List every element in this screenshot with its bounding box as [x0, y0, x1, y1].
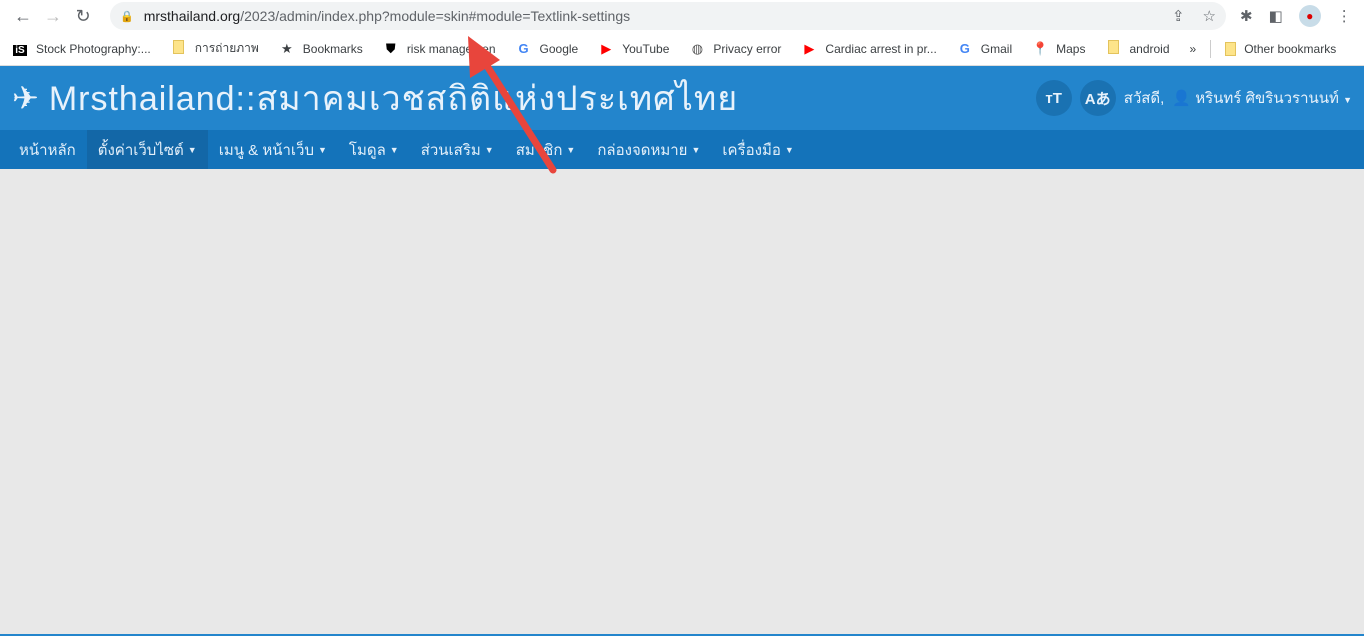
language-button[interactable]: Aあ	[1079, 80, 1116, 116]
user-icon: 👤	[1172, 90, 1192, 107]
user-menu[interactable]: 👤 หรินทร์ ศิขรินวรานนท์ ▼	[1172, 86, 1352, 110]
folder-icon	[171, 40, 187, 57]
menu-item[interactable]: ตั้งค่าเว็บไซต์ ▼	[86, 130, 208, 169]
bookmark-item[interactable]: การถ่ายภาพ	[171, 39, 259, 58]
font-size-button[interactable]: тT	[1035, 80, 1072, 116]
reload-icon[interactable]: ↻	[68, 6, 98, 27]
bookmark-item[interactable]: ▶ YouTube	[598, 41, 669, 57]
google-icon: G	[518, 41, 529, 56]
airplane-icon: ✈	[12, 80, 39, 116]
folder-icon	[1225, 41, 1237, 56]
bookmark-item[interactable]: 📍 Maps	[1032, 41, 1085, 57]
address-bar[interactable]: 🔒 mrsthailand.org/2023/admin/index.php?m…	[110, 2, 1226, 30]
caret-down-icon: ▼	[317, 144, 327, 155]
istock-icon: iS	[13, 45, 27, 56]
menu-item[interactable]: ส่วนเสริม ▼	[410, 130, 505, 169]
site-title[interactable]: Mrsthailand::สมาคมเวชสถิติแห่งประเทศไทย	[49, 71, 738, 125]
menu-kebab-icon[interactable]: ⋮	[1337, 7, 1352, 25]
back-icon[interactable]: ←	[8, 6, 38, 27]
caret-down-icon: ▼	[691, 144, 701, 155]
url-host: mrsthailand.org	[143, 8, 241, 24]
menu-item[interactable]: สมาชิก ▼	[505, 130, 587, 169]
shield-icon: ⛊	[385, 40, 396, 56]
lock-icon: 🔒	[120, 10, 134, 23]
bookmark-item[interactable]: ⛊ risk managemen	[383, 41, 496, 57]
divider	[1210, 39, 1212, 58]
caret-down-icon: ▼	[187, 144, 197, 155]
youtube-icon: ▶	[601, 40, 612, 56]
menu-item[interactable]: โมดูล ▼	[338, 130, 410, 169]
folder-icon	[1105, 40, 1121, 57]
bookmark-item[interactable]: ◍ Privacy error	[689, 40, 782, 57]
menu-item[interactable]: กล่องจดหมาย ▼	[586, 130, 711, 169]
profile-avatar[interactable]: ●	[1298, 5, 1321, 27]
bookmark-item[interactable]: iS Stock Photography:...	[12, 41, 151, 56]
extensions-icon[interactable]: ✱	[1240, 7, 1253, 25]
browser-toolbar: ← → ↻ 🔒 mrsthailand.org/2023/admin/index…	[0, 0, 1364, 32]
bookmark-item[interactable]: ▶ Cardiac arrest in pr...	[801, 41, 936, 57]
caret-down-icon: ▼	[1343, 95, 1352, 105]
main-menu: หน้าหลัก ตั้งค่าเว็บไซต์ ▼ เมนู & หน้าเว็บ ▼…	[0, 130, 1364, 169]
site-header: ✈ Mrsthailand::สมาคมเวชสถิติแห่งประเทศไท…	[0, 66, 1364, 130]
caret-down-icon: ▼	[566, 144, 576, 155]
youtube-icon: ▶	[804, 40, 815, 56]
star-icon: ★	[280, 40, 293, 56]
side-panel-icon[interactable]: ◧	[1269, 7, 1283, 25]
other-bookmarks[interactable]: Other bookmarks	[1225, 41, 1336, 56]
bookmark-item[interactable]: android	[1105, 40, 1170, 57]
menu-item[interactable]: เมนู & หน้าเว็บ ▼	[208, 130, 338, 169]
caret-down-icon: ▼	[784, 144, 794, 155]
more-bookmarks-button[interactable]: »	[1190, 42, 1197, 56]
forward-icon[interactable]: →	[38, 6, 68, 27]
menu-item[interactable]: เครื่องมือ ▼	[711, 130, 804, 169]
globe-icon: ◍	[691, 40, 704, 56]
caret-down-icon: ▼	[484, 144, 494, 155]
maps-icon: 📍	[1032, 40, 1049, 56]
share-icon[interactable]: ⇪	[1172, 7, 1185, 25]
menu-item[interactable]: หน้าหลัก	[8, 130, 87, 169]
bookmark-item[interactable]: ★ Bookmarks	[279, 41, 363, 57]
bookmark-item[interactable]: G Gmail	[957, 41, 1012, 56]
bookmark-item[interactable]: G Google	[516, 41, 578, 56]
star-icon[interactable]: ☆	[1203, 7, 1216, 25]
google-icon: G	[959, 41, 970, 56]
url-path: /2023/admin/index.php?module=skin#module…	[240, 8, 631, 24]
bookmarks-bar: iS Stock Photography:... การถ่ายภาพ ★ Bookma…	[0, 32, 1364, 66]
greeting: สวัสดี,	[1123, 90, 1165, 107]
caret-down-icon: ▼	[389, 144, 399, 155]
